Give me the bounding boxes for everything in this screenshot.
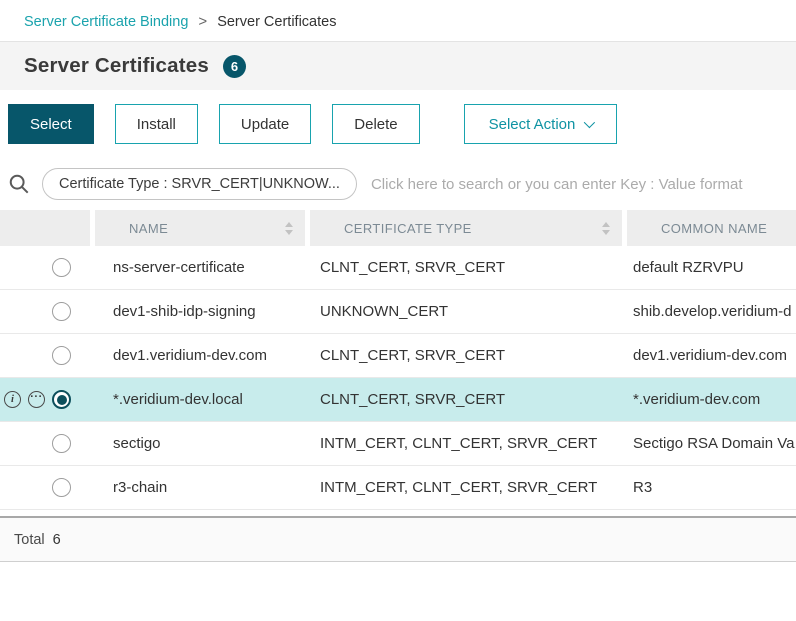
column-label-name: NAME <box>129 221 168 236</box>
table-footer: Total 6 <box>0 516 796 562</box>
breadcrumb-current: Server Certificates <box>217 14 336 30</box>
header-select-column <box>0 210 95 246</box>
total-label: Total <box>14 532 45 548</box>
update-button[interactable]: Update <box>219 104 311 144</box>
cell-name: ns-server-certificate <box>95 246 310 289</box>
row-radio[interactable] <box>52 302 71 321</box>
cell-certificate-type: INTM_CERT, CLNT_CERT, SRVR_CERT <box>310 422 627 465</box>
row-radio[interactable] <box>52 434 71 453</box>
sort-icon <box>285 222 293 235</box>
cell-name: sectigo <box>95 422 310 465</box>
select-action-button[interactable]: Select Action <box>464 104 618 144</box>
certificates-table: NAME CERTIFICATE TYPE COMMON NAME ns-ser… <box>0 210 796 562</box>
table-row[interactable]: dev1.veridium-dev.com CLNT_CERT, SRVR_CE… <box>0 334 796 378</box>
table-header: NAME CERTIFICATE TYPE COMMON NAME <box>0 210 796 246</box>
search-bar: Certificate Type : SRVR_CERT|UNKNOW... <box>0 158 796 210</box>
table-row[interactable]: sectigo INTM_CERT, CLNT_CERT, SRVR_CERT … <box>0 422 796 466</box>
page-header: Server Certificates 6 <box>0 42 796 90</box>
info-icon[interactable]: i <box>4 391 21 408</box>
table-row[interactable]: dev1-shib-idp-signing UNKNOWN_CERT shib.… <box>0 290 796 334</box>
cell-name: *.veridium-dev.local <box>95 378 310 421</box>
cell-name: dev1-shib-idp-signing <box>95 290 310 333</box>
cell-name: dev1.veridium-dev.com <box>95 334 310 377</box>
cell-certificate-type: CLNT_CERT, SRVR_CERT <box>310 378 627 421</box>
row-controls <box>0 246 95 289</box>
row-radio[interactable] <box>52 258 71 277</box>
select-action-label: Select Action <box>489 116 576 133</box>
filter-chip-certificate-type[interactable]: Certificate Type : SRVR_CERT|UNKNOW... <box>42 168 357 200</box>
row-controls <box>0 466 95 509</box>
row-radio[interactable] <box>52 390 71 409</box>
chevron-down-icon <box>584 117 595 128</box>
cell-common-name: default RZRVPU <box>627 246 796 289</box>
column-label-certificate-type: CERTIFICATE TYPE <box>344 221 472 236</box>
cell-certificate-type: CLNT_CERT, SRVR_CERT <box>310 334 627 377</box>
cell-common-name: dev1.veridium-dev.com <box>627 334 796 377</box>
row-controls <box>0 334 95 377</box>
column-header-certificate-type[interactable]: CERTIFICATE TYPE <box>310 210 627 246</box>
row-radio[interactable] <box>52 478 71 497</box>
row-radio[interactable] <box>52 346 71 365</box>
page-title: Server Certificates <box>24 54 209 78</box>
cell-certificate-type: UNKNOWN_CERT <box>310 290 627 333</box>
cell-certificate-type: CLNT_CERT, SRVR_CERT <box>310 246 627 289</box>
row-controls <box>0 422 95 465</box>
table-row[interactable]: ns-server-certificate CLNT_CERT, SRVR_CE… <box>0 246 796 290</box>
search-input[interactable] <box>371 176 796 193</box>
cell-certificate-type: INTM_CERT, CLNT_CERT, SRVR_CERT <box>310 466 627 509</box>
toolbar: Select Install Update Delete Select Acti… <box>0 90 796 158</box>
column-header-name[interactable]: NAME <box>95 210 310 246</box>
delete-button[interactable]: Delete <box>332 104 419 144</box>
total-value: 6 <box>53 532 61 548</box>
sort-icon <box>602 222 610 235</box>
cell-common-name: shib.develop.veridium-d <box>627 290 796 333</box>
breadcrumb: Server Certificate Binding > Server Cert… <box>0 0 796 42</box>
column-label-common-name: COMMON NAME <box>661 221 767 236</box>
table-row[interactable]: r3-chain INTM_CERT, CLNT_CERT, SRVR_CERT… <box>0 466 796 510</box>
cell-common-name: *.veridium-dev.com <box>627 378 796 421</box>
breadcrumb-link-server-certificate-binding[interactable]: Server Certificate Binding <box>24 14 188 30</box>
cell-common-name: Sectigo RSA Domain Va <box>627 422 796 465</box>
page: Server Certificate Binding > Server Cert… <box>0 0 796 562</box>
row-controls <box>0 290 95 333</box>
install-button[interactable]: Install <box>115 104 198 144</box>
count-badge: 6 <box>223 55 246 78</box>
cell-name: r3-chain <box>95 466 310 509</box>
search-icon <box>8 173 30 195</box>
select-button[interactable]: Select <box>8 104 94 144</box>
column-header-common-name[interactable]: COMMON NAME <box>627 210 796 246</box>
cell-common-name: R3 <box>627 466 796 509</box>
row-controls: i ··· <box>0 378 95 421</box>
breadcrumb-separator: > <box>198 13 207 30</box>
table-row-selected[interactable]: i ··· *.veridium-dev.local CLNT_CERT, SR… <box>0 378 796 422</box>
ellipsis-icon[interactable]: ··· <box>28 391 45 408</box>
